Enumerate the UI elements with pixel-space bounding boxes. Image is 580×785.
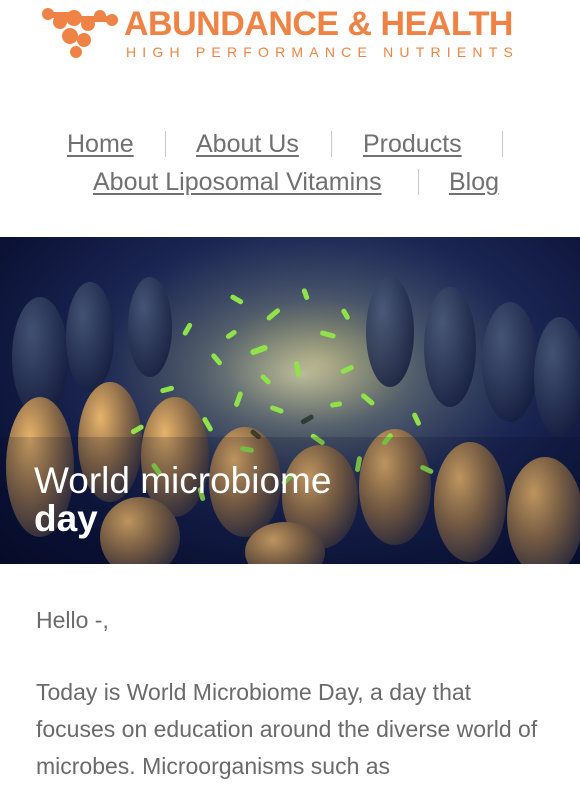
greeting: Hello -, [36,607,109,633]
hero-title-line-2: day [34,498,98,539]
nav-item-home[interactable]: Home [67,124,134,164]
brand-name[interactable]: ABUNDANCE & HEALTH [124,4,513,44]
hero-title-line-1: World microbiome [34,460,332,501]
nav-separator [331,131,332,157]
nav-row-2: About Liposomal Vitamins Blog [0,162,580,202]
nav-separator [165,131,166,157]
molecule-logo-icon[interactable] [42,8,120,58]
nav-item-about-us[interactable]: About Us [196,124,299,164]
nav-separator [418,169,419,195]
hero-title: World microbiome day [34,462,554,538]
nav-row-1: Home About Us Products [0,124,580,164]
nav-item-about-liposomal-vitamins[interactable]: About Liposomal Vitamins [93,162,382,202]
nav-item-blog[interactable]: Blog [449,162,499,202]
email-body: Hello -, Today is World Microbiome Day, … [36,604,546,785]
nav-item-products[interactable]: Products [363,124,462,164]
brand-tagline: HIGH PERFORMANCE NUTRIENTS [126,44,519,60]
nav-separator [502,131,503,157]
body-paragraph: Today is World Microbiome Day, a day tha… [36,679,538,779]
header: ABUNDANCE & HEALTH HIGH PERFORMANCE NUTR… [0,0,580,70]
